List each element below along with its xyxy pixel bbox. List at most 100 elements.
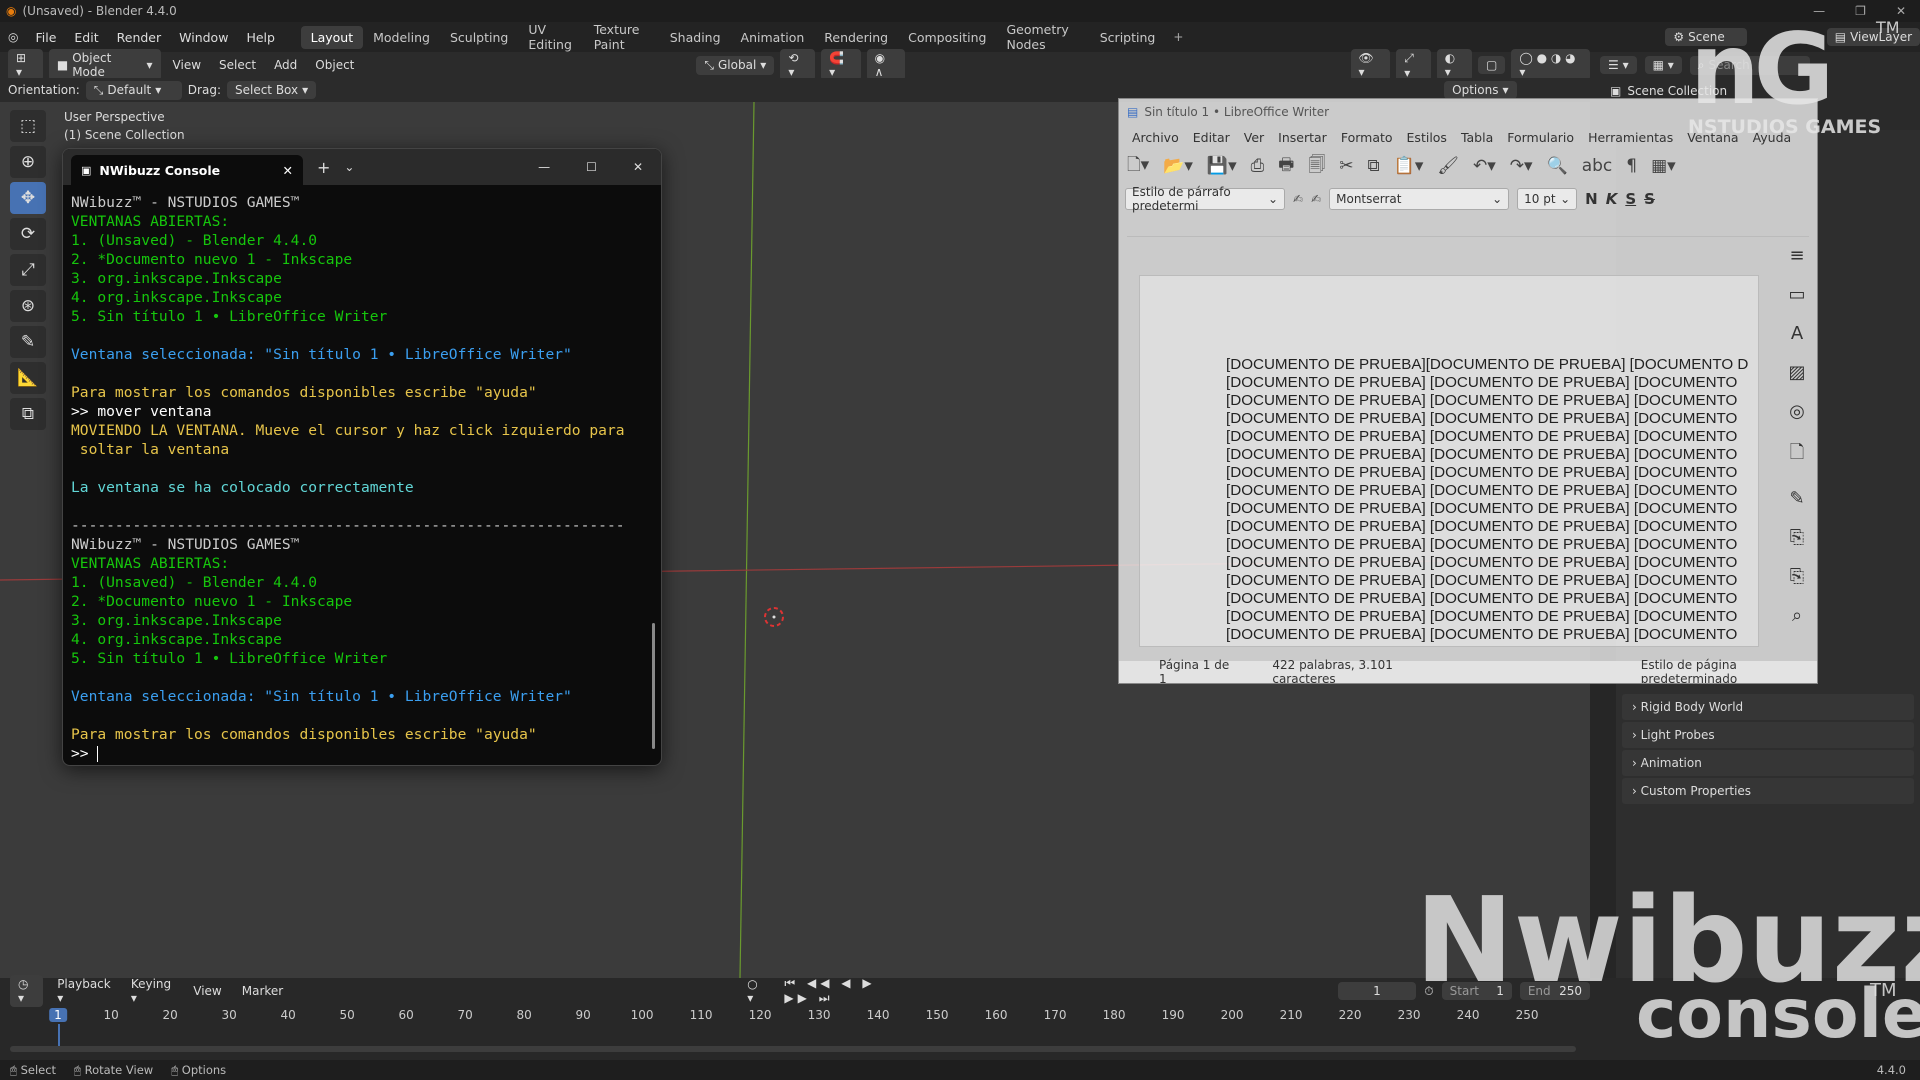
- record-icon[interactable]: ○ ▾: [747, 977, 764, 1005]
- writer-menu-tabla[interactable]: Tabla: [1454, 130, 1500, 145]
- cut-icon[interactable]: ✂: [1339, 156, 1353, 176]
- drag-dropdown[interactable]: Select Box ▾: [226, 81, 317, 99]
- tab-scripting[interactable]: Scripting: [1090, 26, 1166, 49]
- panel-animation[interactable]: › Animation: [1622, 750, 1914, 776]
- gizmo-toggle[interactable]: ⤢ ▾: [1396, 48, 1431, 82]
- underline-icon[interactable]: S: [1625, 190, 1636, 208]
- page-icon[interactable]: 🗋: [1790, 440, 1804, 470]
- styles-icon[interactable]: A: [1791, 323, 1803, 344]
- writer-menu-herramientas[interactable]: Herramientas: [1581, 130, 1680, 145]
- tab-uv-editing[interactable]: UV Editing: [518, 18, 583, 56]
- visibility-dropdown[interactable]: 👁 ▾: [1350, 49, 1391, 81]
- writer-menu-editar[interactable]: Editar: [1186, 130, 1237, 145]
- close-icon[interactable]: ✕: [633, 160, 643, 174]
- close-icon[interactable]: ✕: [1896, 4, 1906, 18]
- close-tab-icon[interactable]: ✕: [283, 163, 293, 178]
- tab-shading[interactable]: Shading: [660, 26, 731, 49]
- mode-dropdown[interactable]: ■ Object Mode ▾: [48, 49, 161, 81]
- move-tool-icon[interactable]: ✥: [10, 182, 46, 214]
- cursor-tool-icon[interactable]: ⊕: [10, 146, 46, 178]
- spellcheck-icon[interactable]: abc: [1582, 156, 1613, 176]
- menu-file[interactable]: File: [26, 30, 65, 45]
- xray-toggle[interactable]: ▢: [1477, 56, 1506, 74]
- update-style-icon[interactable]: ✍: [1293, 192, 1303, 206]
- console-window[interactable]: ▣ NWibuzz Console ✕ + ⌄ — ☐ ✕ NWibuzz™ -…: [62, 148, 662, 766]
- shading-modes[interactable]: ◯ ● ◑ ◕ ▾: [1511, 49, 1590, 81]
- strikethrough-icon[interactable]: S: [1644, 190, 1655, 208]
- clone-format-icon[interactable]: 🖌: [1437, 156, 1459, 176]
- menu-window[interactable]: Window: [170, 30, 237, 45]
- timeline-scrollbar[interactable]: [10, 1046, 1576, 1052]
- tab-rendering[interactable]: Rendering: [814, 26, 898, 49]
- menu-keying[interactable]: Keying ▾: [125, 975, 179, 1007]
- maximize-icon[interactable]: ☐: [586, 160, 597, 174]
- panel-light-probes[interactable]: › Light Probes: [1622, 722, 1914, 748]
- sidebar-menu-icon[interactable]: ≡: [1789, 245, 1804, 266]
- menu-help[interactable]: Help: [237, 30, 284, 45]
- console-output[interactable]: NWibuzz™ - NSTUDIOS GAMES™ VENTANAS ABIER…: [63, 185, 661, 765]
- tab-dropdown-icon[interactable]: ⌄: [344, 160, 354, 174]
- navigator-icon[interactable]: ◎: [1789, 401, 1805, 422]
- menu-view[interactable]: View: [167, 56, 207, 74]
- save-icon[interactable]: 💾▾: [1207, 156, 1237, 176]
- writer-menu-formulario[interactable]: Formulario: [1500, 130, 1581, 145]
- writer-window[interactable]: ▤ Sin título 1 • LibreOffice Writer Arch…: [1118, 98, 1818, 684]
- find-replace-icon[interactable]: 🔍: [1547, 156, 1568, 176]
- writer-menu-formato[interactable]: Formato: [1334, 130, 1400, 145]
- font-name-select[interactable]: Montserrat ⌄: [1329, 188, 1510, 210]
- undo-icon[interactable]: ↶▾: [1473, 156, 1496, 176]
- writer-menu-ver[interactable]: Ver: [1237, 130, 1271, 145]
- options-dropdown[interactable]: Options ▾: [1444, 81, 1517, 99]
- proportional-toggle[interactable]: ◉ ∧: [866, 49, 905, 81]
- current-frame-field[interactable]: 1: [1337, 982, 1417, 1000]
- measure-tool-icon[interactable]: 📐: [10, 362, 46, 394]
- timeline-ruler[interactable]: 1 10 20 30 40 50 60 70 80 90 100 110 120 130 140 150 160…: [0, 1004, 1590, 1052]
- menu-timeline-view[interactable]: View: [187, 982, 227, 1000]
- select-box-tool-icon[interactable]: ⬚: [10, 110, 46, 142]
- blender-menu-icon[interactable]: ◎: [8, 30, 18, 44]
- console-scrollbar[interactable]: [652, 623, 655, 749]
- overlay-toggle[interactable]: ◐ ▾: [1436, 49, 1472, 81]
- writer-menu-insertar[interactable]: Insertar: [1271, 130, 1334, 145]
- print-icon[interactable]: 🖶: [1278, 152, 1294, 181]
- panel-custom-properties[interactable]: › Custom Properties: [1622, 778, 1914, 804]
- open-folder-icon[interactable]: 📂▾: [1163, 156, 1193, 176]
- bold-icon[interactable]: N: [1585, 190, 1598, 208]
- print-preview-icon[interactable]: 🗐: [1308, 152, 1325, 181]
- tab-layout[interactable]: Layout: [300, 25, 364, 49]
- insert-table-icon[interactable]: ▦▾: [1651, 156, 1676, 176]
- tab-geometry-nodes[interactable]: Geometry Nodes: [996, 18, 1089, 56]
- tab-animation[interactable]: Animation: [731, 26, 815, 49]
- formatting-marks-icon[interactable]: ¶: [1626, 156, 1637, 176]
- writer-document-text[interactable]: [DOCUMENTO DE PRUEBA][DOCUMENTO DE PRUEB…: [1226, 356, 1758, 644]
- gallery-icon[interactable]: ▨: [1788, 362, 1805, 383]
- writer-ruler[interactable]: [1127, 215, 1809, 237]
- tab-texture-paint[interactable]: Texture Paint: [584, 18, 660, 56]
- design-icon[interactable]: ⎘: [1790, 566, 1804, 587]
- copy-icon[interactable]: ⧉: [1368, 156, 1380, 176]
- menu-select[interactable]: Select: [213, 56, 262, 74]
- add-cube-tool-icon[interactable]: ⧉: [10, 398, 46, 430]
- minimize-icon[interactable]: —: [538, 160, 550, 174]
- properties-icon[interactable]: ▭: [1788, 284, 1805, 305]
- console-tab[interactable]: ▣ NWibuzz Console ✕: [71, 155, 303, 185]
- new-style-icon[interactable]: ✍: [1311, 192, 1321, 206]
- editor-type-button[interactable]: ⊞ ▾: [8, 49, 43, 81]
- paste-icon[interactable]: 📋▾: [1394, 156, 1424, 176]
- outliner-editor-type[interactable]: ☰ ▾: [1600, 56, 1637, 74]
- scale-tool-icon[interactable]: ⤢: [10, 254, 46, 286]
- rotate-tool-icon[interactable]: ⟳: [10, 218, 46, 250]
- export-pdf-icon[interactable]: ⎙: [1251, 156, 1265, 176]
- pivot-dropdown[interactable]: ⟲ ▾: [780, 49, 816, 81]
- maximize-icon[interactable]: ❐: [1855, 4, 1866, 18]
- font-size-select[interactable]: 10 pt ⌄: [1517, 188, 1578, 210]
- writer-menu-estilos[interactable]: Estilos: [1400, 130, 1454, 145]
- orientation-dropdown[interactable]: ⤡ Default ▾: [85, 80, 182, 100]
- style-inspector-icon[interactable]: ✎: [1789, 488, 1804, 509]
- tab-compositing[interactable]: Compositing: [898, 26, 996, 49]
- italic-icon[interactable]: K: [1606, 190, 1618, 208]
- timeline-editor-type[interactable]: ◷ ▾: [10, 975, 44, 1007]
- menu-render[interactable]: Render: [108, 30, 171, 45]
- redo-icon[interactable]: ↷▾: [1510, 156, 1533, 176]
- add-workspace-icon[interactable]: +: [1165, 30, 1191, 44]
